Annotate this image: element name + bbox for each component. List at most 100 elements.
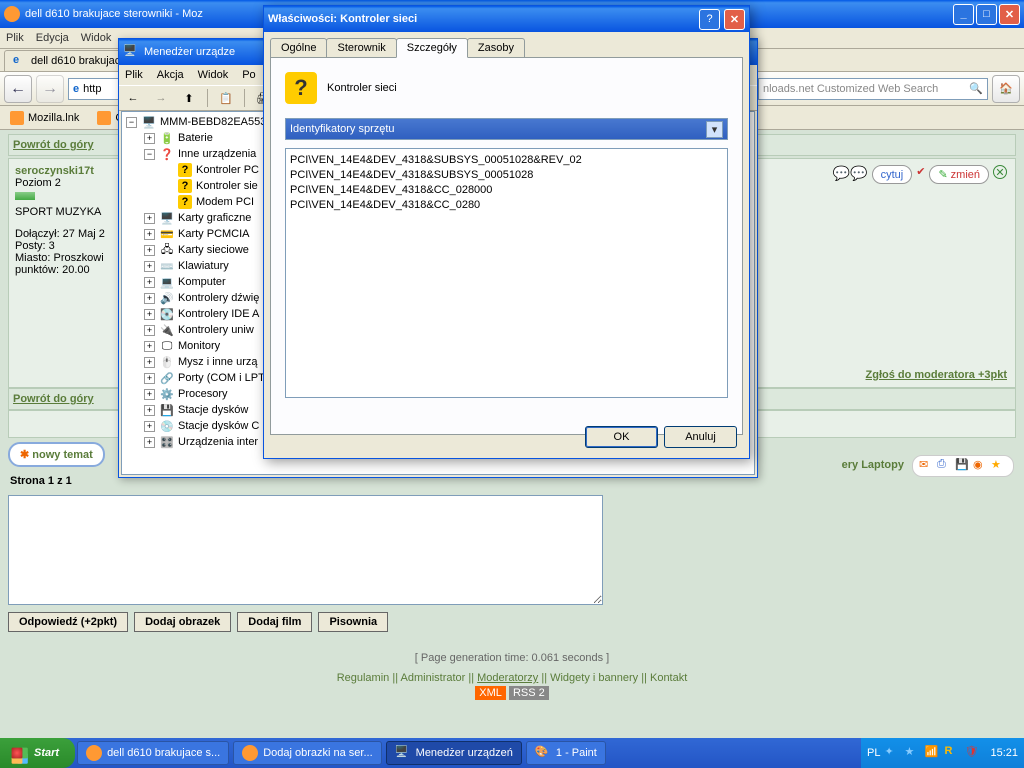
tb-properties[interactable]: 📋	[216, 88, 236, 108]
menu-widok[interactable]: Widok	[81, 32, 112, 44]
expand-icon[interactable]: −	[144, 149, 155, 160]
ide-icon: 💽	[159, 306, 175, 322]
tb-up[interactable]: ⬆	[179, 88, 199, 108]
expand-icon[interactable]: +	[144, 229, 155, 240]
devmgr-title-text: Menedżer urządze	[144, 46, 235, 58]
edit-button[interactable]: ✎zmień	[929, 165, 989, 184]
tb-forward[interactable]: →	[151, 88, 171, 108]
quote-button[interactable]: cytuj	[872, 165, 913, 184]
task-firefox-2[interactable]: Dodaj obrazki na ser...	[233, 741, 381, 765]
search-icon[interactable]: 🔍	[969, 82, 983, 95]
tab-zasoby[interactable]: Zasoby	[467, 38, 525, 57]
ok-button[interactable]: OK	[585, 426, 658, 448]
bookmark-mozilla[interactable]: Mozilla.lnk	[6, 109, 83, 127]
hwid-row[interactable]: PCI\VEN_14E4&DEV_4318&CC_0280	[290, 198, 723, 213]
xml-badge[interactable]: XML	[475, 686, 506, 700]
spellcheck-button[interactable]: Pisownia	[318, 612, 388, 632]
expand-icon[interactable]: +	[144, 325, 155, 336]
tray-network-icon[interactable]: 📶	[924, 745, 940, 761]
footer-admin[interactable]: Administrator	[401, 672, 466, 684]
expand-icon[interactable]: +	[144, 277, 155, 288]
home-button[interactable]: 🏠	[992, 75, 1020, 103]
mod-report-link[interactable]: Zgłoś do moderatora +3pkt	[866, 369, 1008, 381]
cancel-button[interactable]: Anuluj	[664, 426, 737, 448]
search-placeholder: nloads.net Customized Web Search	[763, 83, 938, 95]
print-icon[interactable]: ⎙	[937, 458, 953, 474]
expand-icon[interactable]: +	[144, 341, 155, 352]
back-top-link[interactable]: Powrót do góry	[13, 139, 94, 151]
search-box[interactable]: nloads.net Customized Web Search 🔍	[758, 78, 988, 100]
menu-plik[interactable]: Plik	[6, 32, 24, 44]
star-icon[interactable]: ★	[991, 458, 1007, 474]
keyboard-icon: ⌨️	[159, 258, 175, 274]
tab-sterownik[interactable]: Sterownik	[326, 38, 396, 57]
language-indicator[interactable]: PL	[867, 747, 880, 759]
maximize-button[interactable]: □	[976, 4, 997, 25]
task-paint[interactable]: 🎨 1 - Paint	[526, 741, 606, 765]
menu-plik[interactable]: Plik	[125, 69, 143, 81]
expand-icon[interactable]: +	[144, 293, 155, 304]
expand-icon[interactable]: +	[144, 437, 155, 448]
property-dropdown[interactable]: Identyfikatory sprzętu ▾	[285, 118, 728, 140]
footer-regulamin[interactable]: Regulamin	[337, 672, 390, 684]
reply-icon[interactable]: ✉	[919, 458, 935, 474]
network-icon: 🖧	[159, 242, 175, 258]
back-button[interactable]: ←	[4, 75, 32, 103]
reply-button[interactable]: Odpowiedź (+2pkt)	[8, 612, 128, 632]
reply-textarea[interactable]	[8, 495, 603, 605]
task-devmgr[interactable]: 🖥️ Menedżer urządzeń	[386, 741, 522, 765]
minimize-button[interactable]: _	[953, 4, 974, 25]
hardware-ids-list[interactable]: PCI\VEN_14E4&DEV_4318&SUBSYS_00051028&RE…	[285, 148, 728, 398]
menu-akcja[interactable]: Akcja	[157, 69, 184, 81]
expand-icon[interactable]: +	[144, 261, 155, 272]
breadcrumb-right[interactable]: ery Laptopy	[842, 459, 904, 471]
hwid-row[interactable]: PCI\VEN_14E4&DEV_4318&SUBSYS_00051028&RE…	[290, 153, 723, 168]
tray-shield-icon[interactable]: 🛡	[964, 745, 980, 761]
forward-button[interactable]: →	[36, 75, 64, 103]
watch-icon[interactable]: ◉	[973, 458, 989, 474]
expand-icon[interactable]: +	[144, 309, 155, 320]
dropdown-value: Identyfikatory sprzętu	[290, 123, 395, 135]
task-firefox[interactable]: dell d610 brakujace s...	[77, 741, 229, 765]
start-button[interactable]: Start	[0, 738, 75, 768]
back-top-link-2[interactable]: Powrót do góry	[13, 393, 94, 405]
delete-icon[interactable]: ✕	[993, 165, 1007, 179]
browser-tab[interactable]: e dell d610 brakujace	[4, 50, 135, 71]
check-icon[interactable]: ✔	[916, 165, 925, 184]
save-icon[interactable]: 💾	[955, 458, 971, 474]
expand-icon[interactable]: +	[144, 357, 155, 368]
footer-mod[interactable]: Moderatorzy	[477, 672, 538, 684]
tray-icon[interactable]: ✦	[884, 745, 900, 761]
expand-icon[interactable]: +	[144, 133, 155, 144]
menu-widok[interactable]: Widok	[198, 69, 229, 81]
help-button[interactable]: ?	[699, 9, 720, 30]
hwid-row[interactable]: PCI\VEN_14E4&DEV_4318&CC_028000	[290, 183, 723, 198]
rss-badge[interactable]: RSS 2	[509, 686, 549, 700]
expand-icon[interactable]: +	[144, 373, 155, 384]
tab-szczegoly[interactable]: Szczegóły	[396, 38, 468, 58]
footer-contact[interactable]: Kontakt	[650, 672, 687, 684]
hwid-row[interactable]: PCI\VEN_14E4&DEV_4318&SUBSYS_00051028	[290, 168, 723, 183]
expand-icon[interactable]: +	[144, 213, 155, 224]
expand-icon[interactable]: +	[144, 405, 155, 416]
add-image-button[interactable]: Dodaj obrazek	[134, 612, 231, 632]
clock[interactable]: 15:21	[990, 747, 1018, 759]
expand-icon[interactable]: −	[126, 117, 137, 128]
menu-pomoc[interactable]: Po	[242, 69, 255, 81]
tab-ogolne[interactable]: Ogólne	[270, 38, 327, 57]
expand-icon[interactable]: +	[144, 421, 155, 432]
tray-r-icon[interactable]: R	[944, 745, 960, 761]
device-header: ? Kontroler sieci	[285, 72, 728, 104]
close-button[interactable]: ✕	[999, 4, 1020, 25]
expand-icon[interactable]: +	[144, 245, 155, 256]
close-button[interactable]: ✕	[724, 9, 745, 30]
expand-icon[interactable]: +	[144, 389, 155, 400]
new-topic-button[interactable]: ✱ nowy temat	[8, 442, 105, 467]
tb-back[interactable]: ←	[123, 88, 143, 108]
props-title-text: Właściwości: Kontroler sieci	[268, 13, 699, 25]
footer-widgets[interactable]: Widgety i bannery	[550, 672, 638, 684]
menu-edycja[interactable]: Edycja	[36, 32, 69, 44]
add-video-button[interactable]: Dodaj film	[237, 612, 312, 632]
tray-icon[interactable]: ★	[904, 745, 920, 761]
firefox-icon	[242, 745, 258, 761]
